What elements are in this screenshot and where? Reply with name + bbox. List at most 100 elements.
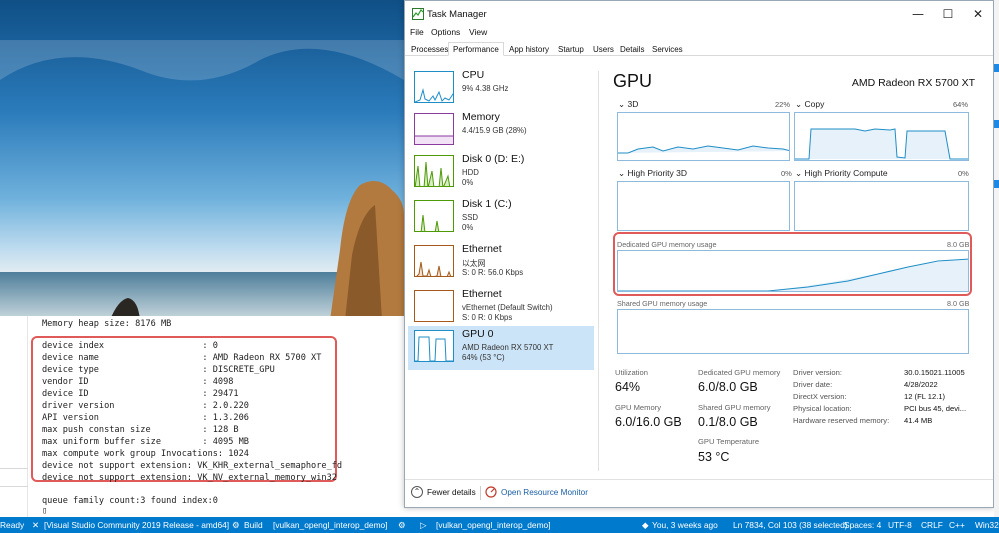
gpu-memory-label: GPU Memory: [615, 403, 661, 412]
sidebar-item-memory[interactable]: Memory 4.4/15.9 GB (28%): [408, 109, 594, 153]
sidebar-item-detail: S: 0 R: 56.0 Kbps: [462, 268, 524, 277]
status-position[interactable]: Ln 7834, Col 103 (38 selected): [733, 520, 848, 530]
shared-gpu-memory-value: 0.1/8.0 GB: [698, 415, 758, 429]
page-title: GPU: [613, 71, 653, 91]
utilization-value: 64%: [615, 380, 641, 394]
menu-options[interactable]: Options: [431, 27, 460, 37]
driver-date-label: Driver date:: [793, 380, 833, 389]
tab-startup[interactable]: Startup: [553, 42, 589, 56]
minimize-button[interactable]: —: [903, 5, 933, 23]
status-git-blame[interactable]: You, 3 weeks ago: [652, 520, 718, 530]
engine-selector-copy[interactable]: ⌄ Copy: [795, 99, 824, 110]
title-bar[interactable]: Task Manager — ☐ ✕: [405, 1, 993, 27]
status-platform[interactable]: Win32: [975, 520, 999, 530]
sidebar-item-detail: AMD Radeon RX 5700 XT: [462, 343, 554, 352]
status-target[interactable]: [vulkan_opengl_interop_demo]: [273, 520, 388, 530]
memory-thumbnail: [414, 113, 454, 145]
sidebar-item-cpu[interactable]: CPU 9% 4.38 GHz: [408, 67, 594, 111]
sidebar-item-title: GPU 0: [462, 328, 494, 340]
editor-scroll-strip[interactable]: [994, 0, 999, 517]
tab-details[interactable]: Details: [615, 42, 649, 56]
status-indentation[interactable]: Spaces: 4: [844, 520, 881, 530]
fewer-details-link[interactable]: Fewer details: [427, 488, 476, 497]
sidebar-item-ethernet-2[interactable]: Ethernet vEthernet (Default Switch) S: 0…: [408, 286, 594, 330]
reserved-memory-label: Hardware reserved memory:: [793, 416, 890, 425]
gpu-memory-value: 6.0/16.0 GB: [615, 415, 682, 429]
tab-processes[interactable]: Processes: [406, 42, 453, 56]
tab-services[interactable]: Services: [647, 42, 688, 56]
shared-memory-label: Shared GPU memory usage: [617, 299, 708, 308]
console-line: max uniform buffer size : 4095 MB: [42, 437, 249, 447]
sidebar-item-title: CPU: [462, 69, 485, 81]
sidebar-item-ethernet-1[interactable]: Ethernet 以太网 S: 0 R: 56.0 Kbps: [408, 241, 594, 285]
build-button[interactable]: Build: [244, 520, 263, 530]
tab-performance[interactable]: Performance: [448, 42, 504, 56]
status-ready: Ready: [0, 520, 25, 530]
pane-divider: [598, 71, 599, 471]
driver-date-value: 4/28/2022: [904, 380, 938, 389]
engine-name: High Priority 3D: [627, 168, 688, 178]
engine-percent: 64%: [953, 100, 969, 109]
gpu-model-name: AMD Radeon RX 5700 XT: [851, 77, 975, 89]
driver-version-label: Driver version:: [793, 368, 842, 377]
console-line: max compute work group Invocations: 1024: [42, 449, 249, 459]
sidebar-item-disk-0[interactable]: Disk 0 (D: E:) HDD 0%: [408, 151, 594, 195]
menu-file[interactable]: File: [410, 27, 424, 37]
sidebar-item-detail: 4.4/15.9 GB (28%): [462, 126, 527, 135]
console-line: queue family count:3 found index:0: [42, 496, 218, 506]
console-line: device not support extension: VK_KHR_ext…: [42, 461, 343, 471]
sidebar-item-title: Disk 1 (C:): [462, 198, 512, 210]
tab-app-history[interactable]: App history: [504, 42, 554, 56]
sidebar-item-detail: 0%: [462, 223, 474, 232]
ethernet-1-thumbnail: [414, 245, 454, 277]
engine-selector-3d[interactable]: ⌄ 3D: [618, 99, 638, 110]
status-solution[interactable]: [Visual Studio Community 2019 Release - …: [44, 520, 229, 530]
chevron-up-icon[interactable]: ⌃: [411, 486, 423, 498]
status-eol[interactable]: CRLF: [921, 520, 943, 530]
status-bar: Ready ✕ [Visual Studio Community 2019 Re…: [0, 517, 999, 533]
engine-graph-high-priority-compute: [794, 181, 969, 231]
console-line: Memory heap size: 8176 MB: [42, 319, 172, 329]
cpu-thumbnail: [414, 71, 454, 103]
engine-selector-high-priority-compute[interactable]: ⌄ High Priority Compute: [795, 168, 888, 179]
engine-name: 3D: [627, 99, 639, 109]
console-line: device index : 0: [42, 341, 218, 351]
console-line: device ID : 29471: [42, 389, 239, 399]
play-icon[interactable]: ▷: [420, 520, 426, 530]
dedicated-gpu-memory-value: 6.0/8.0 GB: [698, 380, 758, 394]
maximize-button[interactable]: ☐: [933, 5, 963, 23]
engine-percent: 22%: [775, 100, 791, 109]
footer-divider: [480, 486, 481, 500]
menu-view[interactable]: View: [469, 27, 487, 37]
close-icon[interactable]: ✕: [32, 520, 39, 530]
tab-bar: Processes Performance App history Startu…: [405, 41, 993, 56]
dedicated-gpu-memory-label: Dedicated GPU memory: [698, 368, 781, 377]
gpu-0-thumbnail: [414, 330, 454, 362]
engine-selector-high-priority-3d[interactable]: ⌄ High Priority 3D: [618, 168, 687, 179]
sidebar-item-detail: 9% 4.38 GHz: [462, 84, 509, 93]
physical-location-label: Physical location:: [793, 404, 852, 413]
status-language[interactable]: C++: [949, 520, 965, 530]
sidebar-item-gpu-0[interactable]: GPU 0 AMD Radeon RX 5700 XT 64% (53 °C): [408, 326, 594, 370]
task-manager-icon: [412, 8, 424, 20]
gpu-temperature-value: 53 °C: [698, 450, 730, 464]
sidebar-item-title: Memory: [462, 111, 500, 123]
gpu-temperature-label: GPU Temperature: [698, 437, 760, 446]
engine-percent: 0%: [958, 169, 969, 178]
disk-0-thumbnail: [414, 155, 454, 187]
performance-sidebar: CPU 9% 4.38 GHz Memory 4.4/15.9 GB (28%)…: [405, 57, 598, 477]
status-encoding[interactable]: UTF-8: [888, 520, 912, 530]
console-output[interactable]: Memory heap size: 8176 MB device index :…: [0, 316, 404, 517]
debug-icon[interactable]: ⚙: [398, 520, 406, 530]
console-line: max push constan size : 128 B: [42, 425, 239, 435]
resource-monitor-icon[interactable]: [485, 486, 497, 498]
window-title: Task Manager: [427, 9, 487, 20]
sidebar-item-disk-1[interactable]: Disk 1 (C:) SSD 0%: [408, 196, 594, 240]
console-line: device type : DISCRETE_GPU: [42, 365, 275, 375]
status-run-target[interactable]: [vulkan_opengl_interop_demo]: [436, 520, 551, 530]
sidebar-item-detail: S: 0 R: 0 Kbps: [462, 313, 513, 322]
reserved-memory-value: 41.4 MB: [904, 416, 933, 425]
engine-graph-copy: [794, 112, 969, 161]
close-button[interactable]: ✕: [963, 5, 993, 23]
open-resource-monitor-link[interactable]: Open Resource Monitor: [501, 488, 588, 497]
